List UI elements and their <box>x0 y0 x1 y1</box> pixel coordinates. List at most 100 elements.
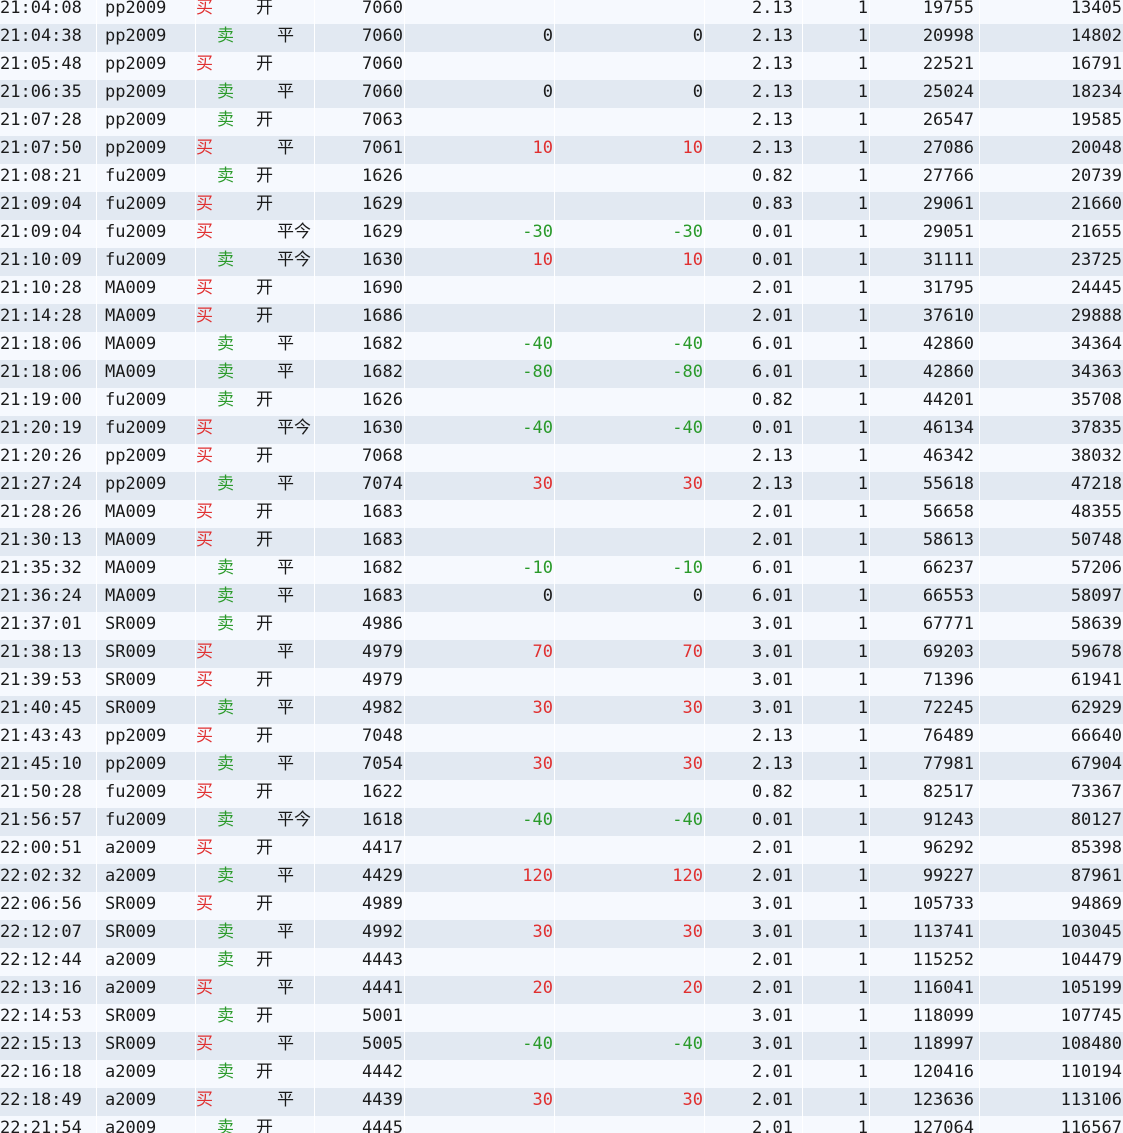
table-row[interactable]: 21:04:38 pp2009 卖 平 7060 0 0 2.13 1 20998 14802 <box>0 24 1123 52</box>
table-row[interactable]: 21:14:28 MA009 买 开 1686 2.01 1 37610 29888 <box>0 304 1123 332</box>
column-divider <box>96 388 97 416</box>
table-row[interactable]: 21:06:35 pp2009 卖 平 7060 0 0 2.13 1 25024 18234 <box>0 80 1123 108</box>
table-row[interactable]: 21:45:10 pp2009 卖 平 7054 30 30 2.13 1 77981 67904 <box>0 752 1123 780</box>
table-row[interactable]: 22:02:32 a2009 卖 平 4429 120 120 2.01 1 99227 87961 <box>0 864 1123 892</box>
fee-cell: 2.01 <box>752 866 793 886</box>
column-divider <box>404 640 405 668</box>
offset-cell: 开 <box>256 446 273 466</box>
table-row[interactable]: 22:13:16 a2009 买 平 4441 20 20 2.01 1 116041 105199 <box>0 976 1123 1004</box>
price-cell: 5005 <box>362 1034 403 1054</box>
time-cell: 21:20:26 <box>0 446 82 466</box>
column-divider <box>96 864 97 892</box>
contract-cell: fu2009 <box>105 390 167 410</box>
table-row[interactable]: 21:20:19 fu2009 买 平今 1630 -40 -40 0.01 1 46134 378… <box>0 416 1123 444</box>
price-cell: 4445 <box>362 1118 403 1133</box>
table-row[interactable]: 21:37:01 SR009 卖 开 4986 3.01 1 67771 58639 <box>0 612 1123 640</box>
volume-cell: 1 <box>857 894 868 914</box>
direction-cell: 卖 <box>217 334 234 354</box>
table-row[interactable]: 21:28:26 MA009 买 开 1683 2.01 1 56658 48355 <box>0 500 1123 528</box>
table-row[interactable]: 22:12:44 a2009 卖 开 4443 2.01 1 115252 104479 <box>0 948 1123 976</box>
table-row[interactable]: 21:10:09 fu2009 卖 平今 1630 10 10 0.01 1 31111 23725 <box>0 248 1123 276</box>
table-row[interactable]: 21:56:57 fu2009 卖 平今 1618 -40 -40 0.01 1 91243 801… <box>0 808 1123 836</box>
value2-cell: 59678 <box>1070 642 1122 662</box>
column-divider <box>314 724 315 752</box>
table-row[interactable]: 21:19:00 fu2009 卖 开 1626 0.82 1 44201 35708 <box>0 388 1123 416</box>
fee-cell: 2.13 <box>752 754 793 774</box>
column-divider <box>802 164 803 192</box>
table-row[interactable]: 22:00:51 a2009 买 开 4417 2.01 1 96292 85398 <box>0 836 1123 864</box>
table-row[interactable]: 21:50:28 fu2009 买 开 1622 0.82 1 82517 73367 <box>0 780 1123 808</box>
pnl-alt-cell: 10 <box>682 250 703 270</box>
contract-cell: MA009 <box>105 278 157 298</box>
price-cell: 4986 <box>362 614 403 634</box>
column-divider <box>404 1004 405 1032</box>
column-divider <box>404 220 405 248</box>
table-row[interactable]: 22:14:53 SR009 卖 开 5001 3.01 1 118099 107745 <box>0 1004 1123 1032</box>
column-divider <box>979 808 980 836</box>
table-row[interactable]: 21:10:28 MA009 买 开 1690 2.01 1 31795 24445 <box>0 276 1123 304</box>
column-divider <box>404 696 405 724</box>
column-divider <box>96 332 97 360</box>
column-divider <box>979 612 980 640</box>
table-row[interactable]: 22:16:18 a2009 卖 开 4442 2.01 1 120416 110194 <box>0 1060 1123 1088</box>
table-row[interactable]: 21:09:04 fu2009 买 平今 1629 -30 -30 0.01 1 29051 216… <box>0 220 1123 248</box>
time-cell: 21:20:19 <box>0 418 82 438</box>
pnl-cell: -40 <box>522 1034 553 1054</box>
direction-cell: 卖 <box>217 922 234 942</box>
price-cell: 4443 <box>362 950 403 970</box>
table-row[interactable]: 21:05:48 pp2009 买 开 7060 2.13 1 22521 16791 <box>0 52 1123 80</box>
column-divider <box>979 836 980 864</box>
column-divider <box>404 976 405 1004</box>
column-divider <box>195 556 196 584</box>
column-divider <box>704 584 705 612</box>
column-divider <box>979 976 980 1004</box>
table-row[interactable]: 21:40:45 SR009 卖 平 4982 30 30 3.01 1 72245 62929 <box>0 696 1123 724</box>
column-divider <box>554 444 555 472</box>
column-divider <box>979 276 980 304</box>
direction-cell: 卖 <box>217 82 234 102</box>
value2-cell: 103045 <box>1060 922 1122 942</box>
column-divider <box>802 920 803 948</box>
table-row[interactable]: 21:04:08 pp2009 买 开 7060 2.13 1 19755 13405 <box>0 0 1123 24</box>
table-row[interactable]: 21:39:53 SR009 买 开 4979 3.01 1 71396 61941 <box>0 668 1123 696</box>
table-row[interactable]: 22:15:13 SR009 买 平 5005 -40 -40 3.01 1 118997 1084… <box>0 1032 1123 1060</box>
column-divider <box>554 864 555 892</box>
column-divider <box>869 1088 870 1116</box>
direction-cell: 买 <box>196 530 213 550</box>
value2-cell: 21655 <box>1070 222 1122 242</box>
table-row[interactable]: 22:06:56 SR009 买 开 4989 3.01 1 105733 94869 <box>0 892 1123 920</box>
table-row[interactable]: 21:35:32 MA009 卖 平 1682 -10 -10 6.01 1 66237 57206 <box>0 556 1123 584</box>
table-row[interactable]: 21:07:28 pp2009 卖 开 7063 2.13 1 26547 19585 <box>0 108 1123 136</box>
table-row[interactable]: 21:18:06 MA009 卖 平 1682 -80 -80 6.01 1 42860 34363 <box>0 360 1123 388</box>
offset-cell: 开 <box>256 1062 273 1082</box>
table-row[interactable]: 21:36:24 MA009 卖 平 1683 0 0 6.01 1 66553 58097 <box>0 584 1123 612</box>
column-divider <box>404 584 405 612</box>
column-divider <box>96 136 97 164</box>
table-row[interactable]: 22:18:49 a2009 买 平 4439 30 30 2.01 1 123636 113106 <box>0 1088 1123 1116</box>
column-divider <box>195 332 196 360</box>
fee-cell: 0.01 <box>752 222 793 242</box>
table-row[interactable]: 21:30:13 MA009 买 开 1683 2.01 1 58613 50748 <box>0 528 1123 556</box>
volume-cell: 1 <box>857 782 868 802</box>
table-row[interactable]: 22:12:07 SR009 卖 平 4992 30 30 3.01 1 113741 103045 <box>0 920 1123 948</box>
column-divider <box>802 1060 803 1088</box>
value2-cell: 48355 <box>1070 502 1122 522</box>
table-row[interactable]: 21:08:21 fu2009 卖 开 1626 0.82 1 27766 20739 <box>0 164 1123 192</box>
column-divider <box>96 1088 97 1116</box>
value2-cell: 18234 <box>1070 82 1122 102</box>
column-divider <box>869 724 870 752</box>
pnl-alt-cell: 30 <box>682 754 703 774</box>
value2-cell: 110194 <box>1060 1062 1122 1082</box>
table-row[interactable]: 21:27:24 pp2009 卖 平 7074 30 30 2.13 1 55618 47218 <box>0 472 1123 500</box>
table-row[interactable]: 21:18:06 MA009 卖 平 1682 -40 -40 6.01 1 42860 34364 <box>0 332 1123 360</box>
table-row[interactable]: 21:43:43 pp2009 买 开 7048 2.13 1 76489 66640 <box>0 724 1123 752</box>
column-divider <box>314 948 315 976</box>
column-divider <box>869 136 870 164</box>
column-divider <box>96 360 97 388</box>
fee-cell: 2.13 <box>752 54 793 74</box>
table-row[interactable]: 21:38:13 SR009 买 平 4979 70 70 3.01 1 69203 59678 <box>0 640 1123 668</box>
table-row[interactable]: 21:09:04 fu2009 买 开 1629 0.83 1 29061 21660 <box>0 192 1123 220</box>
table-row[interactable]: 22:21:54 a2009 卖 开 4445 2.01 1 127064 116567 <box>0 1116 1123 1133</box>
table-row[interactable]: 21:20:26 pp2009 买 开 7068 2.13 1 46342 38032 <box>0 444 1123 472</box>
table-row[interactable]: 21:07:50 pp2009 买 平 7061 10 10 2.13 1 27086 20048 <box>0 136 1123 164</box>
